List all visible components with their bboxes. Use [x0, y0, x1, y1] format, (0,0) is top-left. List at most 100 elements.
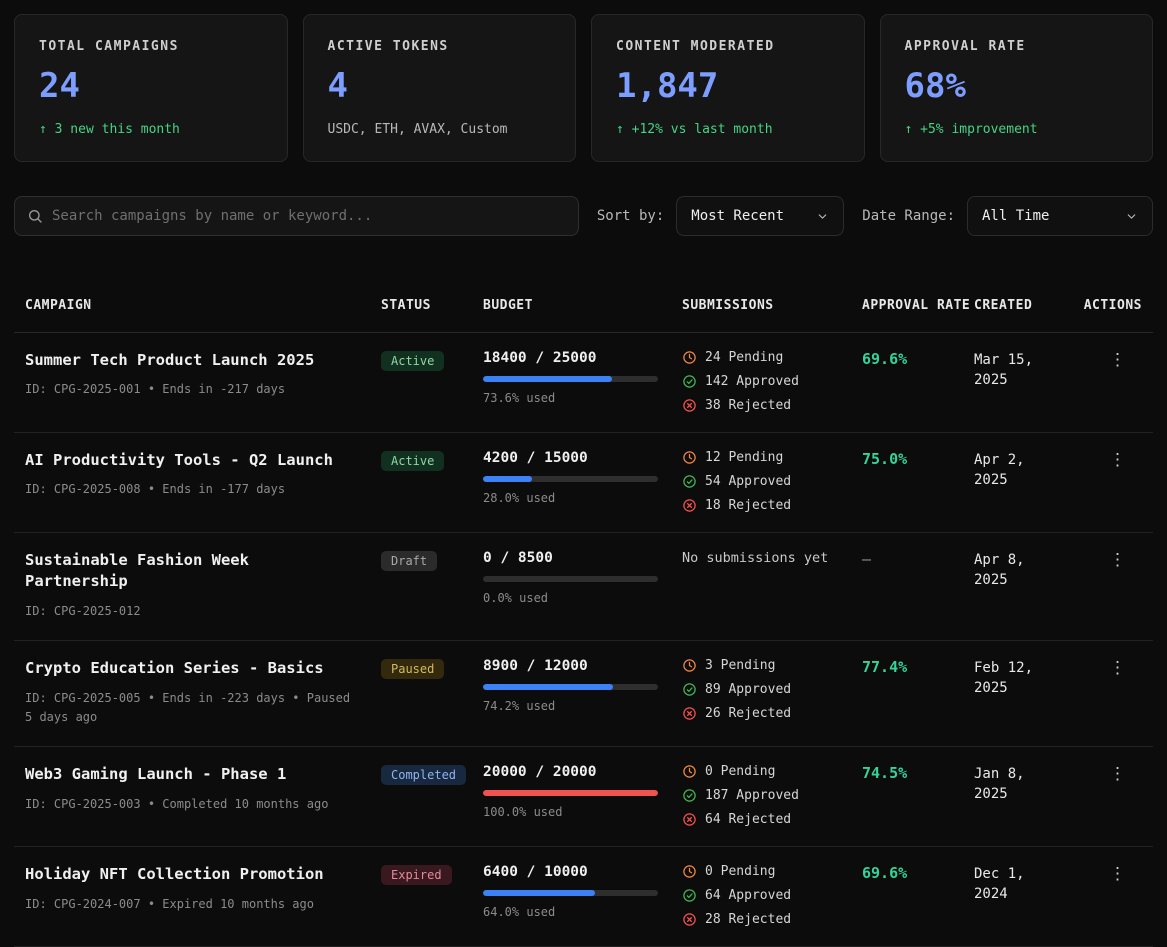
budget-used-label: 0.0% used [483, 591, 654, 605]
submissions-cell: 12 Pending 54 Approved 18 [682, 450, 862, 513]
stat-card: ACTIVE TOKENS 4 USDC, ETH, AVAX, Custom [303, 14, 577, 162]
budget-cell: 0 / 8500 0.0% used [483, 550, 682, 622]
pending-count: 12 Pending [705, 450, 783, 465]
stat-label: TOTAL CAMPAIGNS [39, 39, 263, 54]
budget-progress-bar [483, 476, 658, 482]
budget-cell: 20000 / 20000 100.0% used [483, 764, 682, 827]
pending-line: 24 Pending [682, 350, 834, 365]
stat-card: APPROVAL RATE 68% ↑ +5% improvement [880, 14, 1154, 162]
approved-line: 89 Approved [682, 682, 834, 697]
row-actions-button[interactable]: ⋮ [1103, 350, 1132, 371]
campaign-cell: Crypto Education Series - Basics ID: CPG… [25, 658, 381, 727]
stat-value: 24 [39, 66, 263, 106]
approved-line: 64 Approved [682, 888, 834, 903]
campaign-cell: Summer Tech Product Launch 2025 ID: CPG-… [25, 350, 381, 413]
pending-count: 0 Pending [705, 864, 775, 879]
budget-amount: 8900 / 12000 [483, 658, 654, 674]
stat-card: CONTENT MODERATED 1,847 ↑ +12% vs last m… [591, 14, 865, 162]
approved-line: 142 Approved [682, 374, 834, 389]
rejected-line: 28 Rejected [682, 912, 834, 927]
filter-bar: Sort by: Most Recent Date Range: All Tim… [14, 196, 1153, 236]
rejected-line: 38 Rejected [682, 398, 834, 413]
column-header-actions: ACTIONS [1079, 296, 1142, 316]
x-circle-icon [682, 398, 697, 413]
budget-amount: 20000 / 20000 [483, 764, 654, 780]
budget-amount: 18400 / 25000 [483, 350, 654, 366]
approved-line: 54 Approved [682, 474, 834, 489]
table-row: Sustainable Fashion Week Partnership ID:… [14, 533, 1153, 642]
x-circle-icon [682, 912, 697, 927]
column-header-created: CREATED [974, 296, 1079, 316]
clock-icon [682, 658, 697, 673]
row-actions-button[interactable]: ⋮ [1103, 550, 1132, 571]
status-badge: Draft [381, 551, 437, 571]
submissions-cell: 0 Pending 187 Approved 64 [682, 764, 862, 827]
budget-progress-fill [483, 790, 658, 796]
status-cell: Active [381, 350, 483, 413]
date-range-dropdown[interactable]: All Time [967, 196, 1153, 236]
stat-card: TOTAL CAMPAIGNS 24 ↑ 3 new this month [14, 14, 288, 162]
search-input[interactable] [52, 208, 566, 224]
submissions-cell: No submissions yet [682, 550, 862, 622]
campaign-meta: ID: CPG-2025-003 • Completed 10 months a… [25, 795, 353, 814]
column-header-campaign: CAMPAIGN [25, 296, 381, 316]
status-badge: Active [381, 351, 444, 371]
stat-value: 1,847 [616, 66, 840, 106]
actions-cell: ⋮ [1079, 550, 1142, 622]
campaign-dashboard: TOTAL CAMPAIGNS 24 ↑ 3 new this month AC… [0, 0, 1167, 947]
x-circle-icon [682, 812, 697, 827]
budget-progress-bar [483, 790, 658, 796]
status-badge: Completed [381, 765, 466, 785]
check-circle-icon [682, 888, 697, 903]
stat-value: 4 [328, 66, 552, 106]
budget-used-label: 28.0% used [483, 491, 654, 505]
stat-label: CONTENT MODERATED [616, 39, 840, 54]
column-header-status: STATUS [381, 296, 483, 316]
pending-line: 12 Pending [682, 450, 834, 465]
actions-cell: ⋮ [1079, 864, 1142, 927]
search-box [14, 196, 579, 236]
campaign-name: Summer Tech Product Launch 2025 [25, 350, 353, 372]
check-circle-icon [682, 788, 697, 803]
row-actions-button[interactable]: ⋮ [1103, 864, 1132, 885]
submissions-list: 0 Pending 64 Approved 28 R [682, 864, 834, 927]
actions-cell: ⋮ [1079, 450, 1142, 513]
stat-subtext: USDC, ETH, AVAX, Custom [328, 122, 552, 137]
approval-rate-value: 74.5% [862, 764, 974, 827]
x-circle-icon [682, 706, 697, 721]
campaign-cell: Holiday NFT Collection Promotion ID: CPG… [25, 864, 381, 927]
sort-dropdown[interactable]: Most Recent [676, 196, 844, 236]
row-actions-button[interactable]: ⋮ [1103, 658, 1132, 679]
approved-count: 142 Approved [705, 374, 799, 389]
budget-progress-bar [483, 376, 658, 382]
check-circle-icon [682, 682, 697, 697]
campaign-name: Holiday NFT Collection Promotion [25, 864, 353, 886]
submissions-list: 12 Pending 54 Approved 18 [682, 450, 834, 513]
table-row: Summer Tech Product Launch 2025 ID: CPG-… [14, 333, 1153, 433]
budget-progress-bar [483, 576, 658, 582]
rejected-count: 26 Rejected [705, 706, 791, 721]
budget-progress-fill [483, 890, 595, 896]
budget-used-label: 73.6% used [483, 391, 654, 405]
no-submissions-label: No submissions yet [682, 550, 834, 566]
status-cell: Active [381, 450, 483, 513]
budget-progress-bar [483, 684, 658, 690]
row-actions-button[interactable]: ⋮ [1103, 450, 1132, 471]
budget-cell: 4200 / 15000 28.0% used [483, 450, 682, 513]
table-row: AI Productivity Tools - Q2 Launch ID: CP… [14, 433, 1153, 533]
campaign-meta: ID: CPG-2024-007 • Expired 10 months ago [25, 895, 353, 914]
created-date: Dec 1, 2024 [974, 864, 1079, 927]
stat-subtext: ↑ +12% vs last month [616, 122, 840, 137]
date-filter-group: Date Range: All Time [856, 196, 1153, 236]
budget-amount: 4200 / 15000 [483, 450, 654, 466]
actions-cell: ⋮ [1079, 350, 1142, 413]
budget-used-label: 100.0% used [483, 805, 654, 819]
submissions-list: 3 Pending 89 Approved 26 R [682, 658, 834, 721]
clock-icon [682, 864, 697, 879]
actions-cell: ⋮ [1079, 764, 1142, 827]
row-actions-button[interactable]: ⋮ [1103, 764, 1132, 785]
budget-used-label: 74.2% used [483, 699, 654, 713]
status-badge: Active [381, 451, 444, 471]
campaign-name: Sustainable Fashion Week Partnership [25, 550, 353, 593]
submissions-cell: 3 Pending 89 Approved 26 R [682, 658, 862, 727]
